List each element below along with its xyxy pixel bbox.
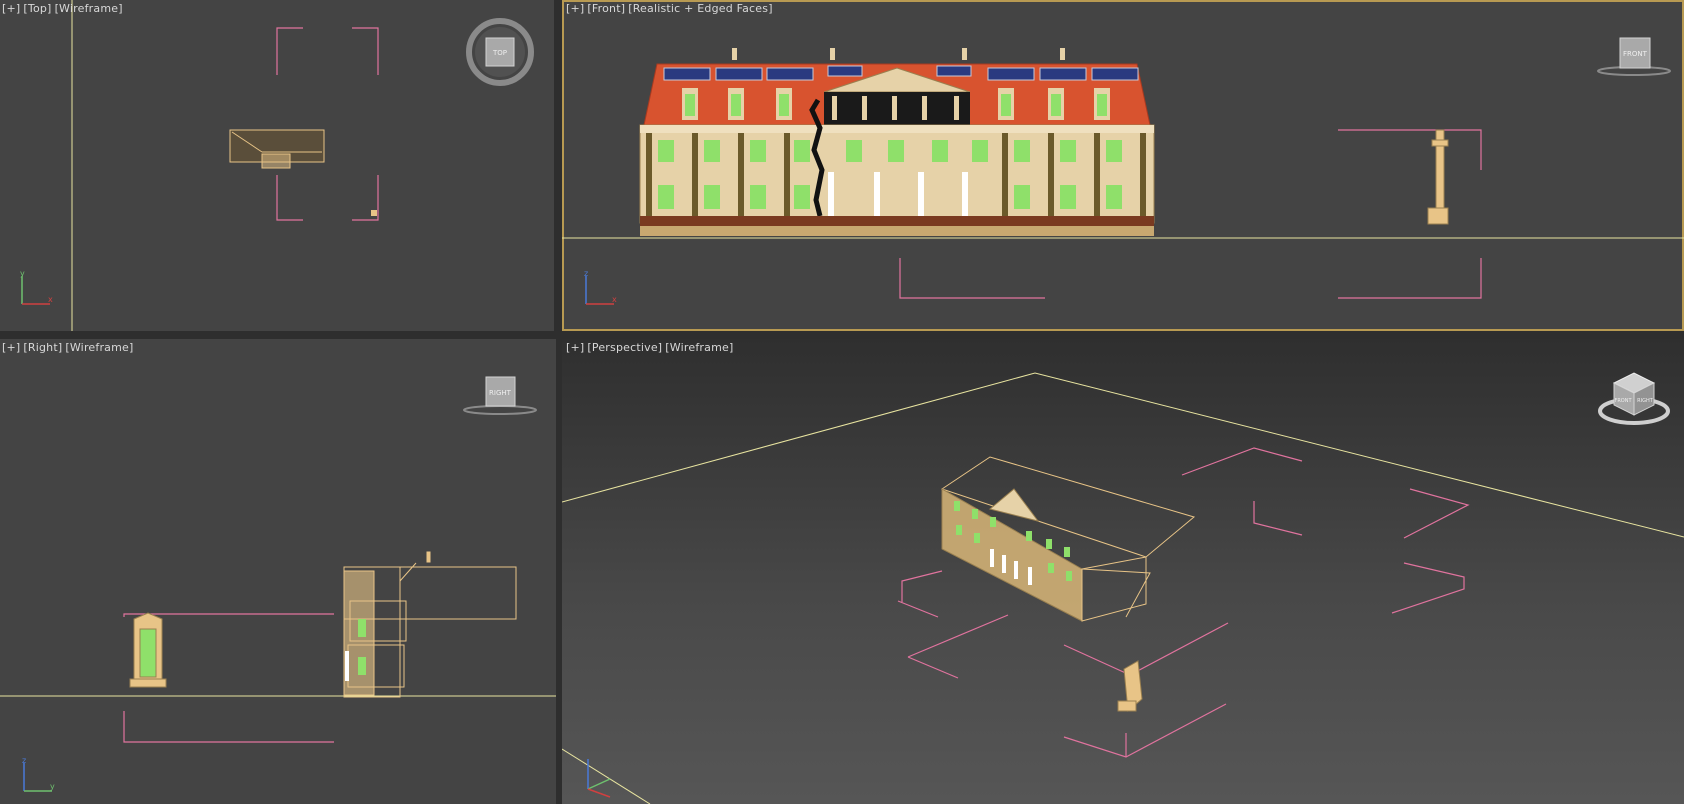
svg-text:z: z [584, 269, 588, 278]
svg-text:y: y [20, 269, 25, 278]
axis-tripod-icon [587, 759, 611, 798]
front-scene: FRONT z x [562, 37, 1684, 305]
viewport-label-right: [+] [Right] [Wireframe] [2, 341, 137, 354]
viewport-view-menu[interactable]: [Top] [23, 2, 51, 15]
viewport-menu-button[interactable]: [+] [2, 341, 20, 354]
svg-text:y: y [50, 782, 55, 791]
svg-text:x: x [48, 295, 53, 304]
right-scene: RIGHT z y [0, 376, 556, 792]
viewport-label-top: [+] [Top] [Wireframe] [2, 2, 126, 15]
perspective-scene: FRONT RIGHT [562, 372, 1684, 804]
viewport-shading-menu[interactable]: [Wireframe] [65, 341, 133, 354]
viewcube-icon[interactable]: TOP [466, 18, 534, 86]
building-right-wireframe [343, 551, 517, 698]
viewcube-face-label: TOP [492, 49, 507, 57]
max-viewport-layout: [+] [Top] [Wireframe] TOP y x [+] [Front… [0, 0, 1684, 804]
viewport-front[interactable]: [+] [Front] [Realistic + Edged Faces] FR… [562, 0, 1684, 331]
viewcube-icon[interactable]: RIGHT [463, 376, 537, 415]
column-object-top [371, 210, 377, 216]
viewport-shading-menu[interactable]: [Realistic + Edged Faces] [628, 2, 772, 15]
viewport-perspective[interactable]: [+] [Perspective] [Wireframe] FRONT RIGH… [562, 339, 1684, 804]
home-grid-line [562, 372, 1684, 804]
viewport-label-front: [+] [Front] [Realistic + Edged Faces] [566, 2, 776, 15]
viewport-shading-menu[interactable]: [Wireframe] [665, 341, 733, 354]
svg-text:z: z [22, 756, 26, 765]
mansion-front-render [639, 48, 1155, 236]
viewport-menu-button[interactable]: [+] [566, 341, 584, 354]
svg-text:x: x [612, 295, 617, 304]
building-top-wireframe [229, 129, 325, 169]
viewcube-face-label: RIGHT [1637, 398, 1654, 404]
viewcube-face-label: FRONT [1614, 398, 1632, 404]
column-object-right [129, 612, 167, 688]
viewport-menu-button[interactable]: [+] [2, 2, 20, 15]
viewport-view-menu[interactable]: [Right] [23, 341, 62, 354]
axis-tripod-icon: z y [22, 756, 55, 792]
viewport-menu-button[interactable]: [+] [566, 2, 584, 15]
viewport-shading-menu[interactable]: [Wireframe] [55, 2, 123, 15]
viewport-view-menu[interactable]: [Front] [587, 2, 625, 15]
viewport-top[interactable]: [+] [Top] [Wireframe] TOP y x [0, 0, 554, 331]
viewport-label-perspective: [+] [Perspective] [Wireframe] [566, 341, 736, 354]
viewport-right[interactable]: [+] [Right] [Wireframe] RIGHT z y [0, 339, 556, 804]
viewcube-icon[interactable]: FRONT [1597, 37, 1671, 76]
viewcube-face-label: FRONT [1623, 50, 1648, 58]
viewcube-face-label: RIGHT [489, 389, 512, 397]
building-perspective-wireframe [940, 456, 1196, 622]
axis-tripod-icon: y x [20, 269, 53, 305]
selection-bracket [276, 27, 379, 221]
column-object-front [1427, 129, 1449, 225]
top-scene: TOP y x [20, 0, 534, 331]
axis-tripod-icon: z x [584, 269, 617, 305]
viewport-view-menu[interactable]: [Perspective] [587, 341, 662, 354]
selection-bracket [897, 447, 1470, 758]
viewcube-icon[interactable]: FRONT RIGHT [1598, 372, 1670, 425]
column-object-perspective [1117, 660, 1143, 713]
